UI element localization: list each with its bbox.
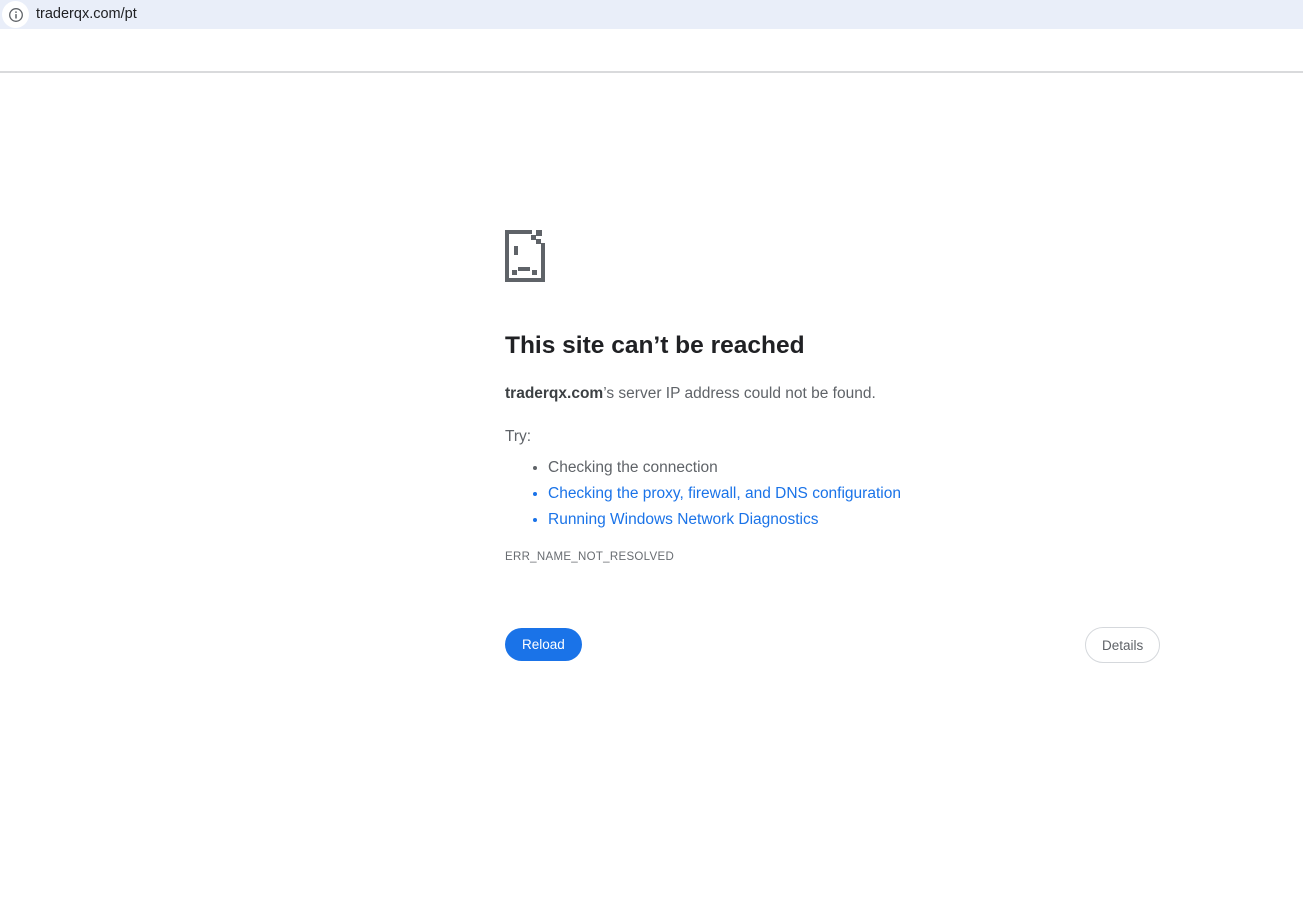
suggestion-item-connection: Checking the connection: [548, 455, 901, 481]
url-text[interactable]: traderqx.com/pt: [36, 0, 137, 29]
subtitle-text: ’s server IP address could not be found.: [603, 385, 876, 402]
omnibox: traderqx.com/pt: [0, 0, 1303, 29]
error-code: ERR_NAME_NOT_RESOLVED: [505, 551, 675, 563]
details-button[interactable]: Details: [1085, 627, 1161, 663]
suggestions-block: Try: Checking the connection Checking th…: [505, 427, 901, 533]
host-name: traderqx.com: [505, 385, 604, 402]
toolbar-divider: [0, 71, 1303, 73]
site-info-button[interactable]: [2, 1, 29, 28]
sad-file-icon: [505, 230, 545, 282]
suggestion-link-network-diagnostics[interactable]: Running Windows Network Diagnostics: [548, 507, 901, 533]
error-title: This site can’t be reached: [505, 332, 805, 359]
info-icon: [8, 7, 24, 23]
reload-button[interactable]: Reload: [505, 628, 582, 661]
try-label: Try:: [505, 428, 532, 445]
suggestion-link-proxy-firewall-dns[interactable]: Checking the proxy, firewall, and DNS co…: [548, 481, 901, 507]
error-subtitle: traderqx.com’s server IP address could n…: [505, 384, 876, 404]
suggestion-list: Checking the connection Checking the pro…: [505, 455, 901, 533]
